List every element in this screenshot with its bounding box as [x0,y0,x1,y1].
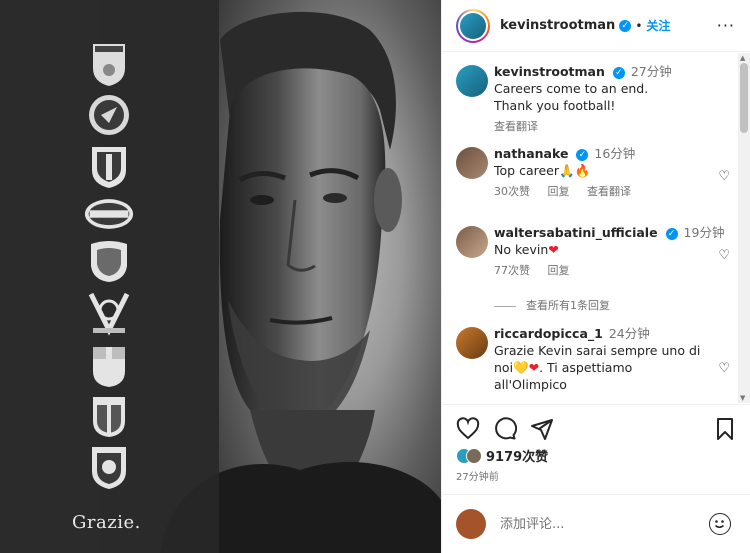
emoji-icon[interactable] [709,513,731,535]
translate-link[interactable]: 查看翻译 [494,120,538,133]
caption-comment: kevinstrootman ✓ 27分钟 Careers come to an… [456,63,736,135]
comment-username[interactable]: nathanake [494,146,568,161]
comment-likes[interactable]: 77次赞 [494,264,530,277]
avatar[interactable] [456,147,488,179]
view-replies-label: 查看所有1条回复 [526,299,610,312]
scroll-down-icon[interactable]: ▼ [740,394,745,402]
comment-composer [442,494,750,553]
comment-text-line2b: . Ti aspettiamo [539,360,633,375]
comments-list: kevinstrootman ✓ 27分钟 Careers come to an… [442,53,739,403]
crest-marseille [84,290,134,336]
like-comment-heart-icon[interactable]: ♡ [718,248,730,263]
crest-fc-utrecht [84,143,134,191]
likes-summary[interactable]: 9179次赞 [456,446,548,465]
heart-emoji: ❤ [548,242,559,257]
comment-time: 16分钟 [594,146,636,161]
avatar[interactable] [456,226,488,258]
crest-as-roma [84,238,134,284]
like-comment-heart-icon[interactable]: ♡ [718,361,730,376]
post-header: kevinstrootman ✓ • 关注 ··· [442,0,750,52]
scroll-up-icon[interactable]: ▲ [740,54,745,62]
comment-username[interactable]: waltersabatini_ufficiale [494,225,658,240]
post-media[interactable]: Grazie. [0,0,441,553]
post-time: 27分钟前 [456,472,499,483]
save-bookmark-icon[interactable] [713,417,737,441]
comment-time: 24分钟 [608,326,650,341]
crest-risdorp [84,40,134,88]
verified-icon: ✓ [612,66,625,79]
player-portrait [100,0,441,553]
comment-text-line1: Grazie Kevin sarai sempre uno di [494,343,701,358]
avatar[interactable] [456,327,488,359]
comment-item: nathanake ✓ 16分钟 Top career🙏🔥 30次赞 回复 查看… [456,145,736,200]
reply-link[interactable]: 回复 [548,264,570,277]
comment-likes[interactable]: 30次赞 [494,185,530,198]
verified-icon: ✓ [576,148,589,161]
media-caption: Grazie. [72,512,141,533]
share-icon[interactable] [530,417,554,441]
comment-time: 27分钟 [630,64,672,79]
crest-genoa [84,344,134,390]
scrollbar-thumb[interactable] [740,63,748,133]
comment-input[interactable] [500,516,700,532]
heart-emoji: ❤ [528,360,540,375]
separator-dot: • [635,18,643,33]
likes-count[interactable]: 9179次赞 [486,446,548,465]
comment-text-line2: noi💛 [494,360,529,375]
comment-item: riccardopicca_1 24分钟 Grazie Kevin sarai … [456,325,736,393]
comment-text-line3: all'Olimpico [494,377,567,392]
comments-scrollbar[interactable]: ▲ ▼ [738,53,750,403]
reply-link[interactable]: 回复 [548,185,570,198]
verified-icon: ✓ [619,19,632,32]
current-user-avatar [456,509,486,539]
verified-icon: ✓ [665,227,678,240]
like-comment-heart-icon[interactable]: ♡ [718,169,730,184]
avatar[interactable] [456,65,488,97]
comment-username[interactable]: kevinstrootman [494,64,605,79]
crest-psv [84,194,134,234]
comment-text: No kevin [494,242,549,257]
comment-username[interactable]: riccardopicca_1 [494,326,603,341]
caption-text-line1: Careers come to an end. [494,81,649,96]
comment-item: waltersabatini_ufficiale ✓ 19分钟 No kevin… [456,224,736,279]
crest-cagliari [84,394,134,440]
comment-icon[interactable] [493,417,517,441]
follow-button[interactable]: 关注 [646,17,670,34]
caption-text-line2: Thank you football! [494,98,616,113]
comment-text: Top career🙏🔥 [494,163,591,178]
comment-time: 19分钟 [683,225,725,240]
crest-sparta [84,92,134,138]
crest-lecce [84,444,134,492]
translate-link[interactable]: 查看翻译 [587,185,631,198]
like-heart-icon[interactable] [456,417,480,441]
author-avatar[interactable] [456,8,490,43]
view-replies[interactable]: 查看所有1条回复 [494,297,610,313]
post-panel: kevinstrootman ✓ • 关注 ··· kevinstrootman… [441,0,750,553]
liker-avatar [466,447,482,464]
more-options-icon[interactable]: ··· [717,16,735,35]
author-username[interactable]: kevinstrootman [500,18,615,33]
